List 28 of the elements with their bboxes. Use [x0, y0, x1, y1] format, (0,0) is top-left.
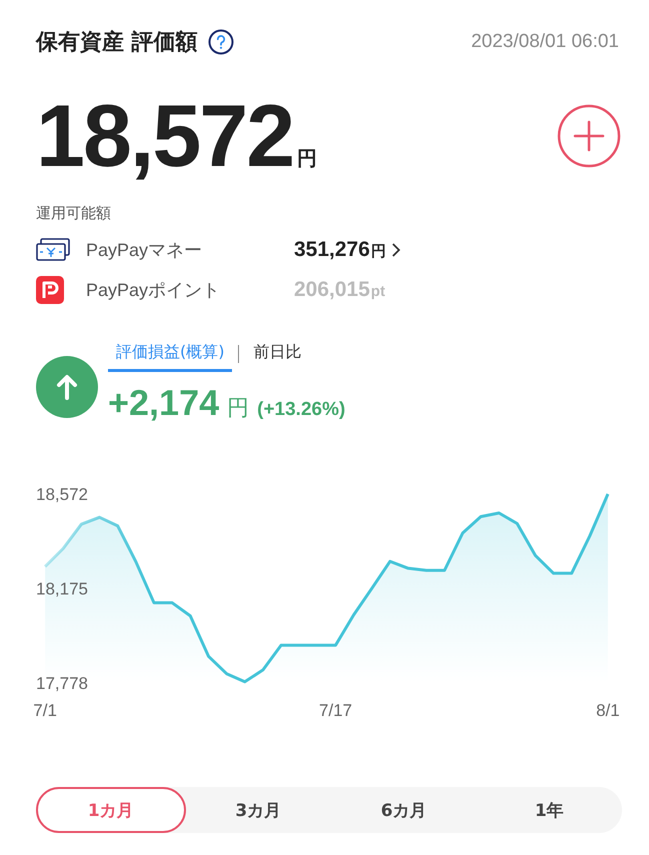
gain-amount: +2,174 [108, 382, 220, 424]
timestamp: 2023/08/01 06:01 [471, 31, 619, 53]
help-icon[interactable] [208, 29, 234, 55]
period-tab[interactable]: 1カ月 [36, 787, 186, 833]
currency-unit: 円 [297, 145, 318, 172]
currency-unit: 円 [227, 395, 250, 423]
chevron-icon[interactable] [390, 242, 401, 258]
period-tab[interactable]: 1年 [476, 787, 622, 833]
x-axis-label: 7/17 [319, 701, 352, 720]
metric-tab[interactable]: 前日比 [245, 336, 310, 372]
gain-percent: (+13.26%) [257, 399, 346, 421]
period-tab[interactable]: 6カ月 [331, 787, 476, 833]
section-label: 運用可能額 [36, 204, 112, 224]
section-title: 保有資産 評価額 [36, 29, 198, 57]
balance-amount: 206,015pt [294, 278, 386, 302]
total-amount: 18,572 [36, 92, 294, 180]
period-tab[interactable]: 3カ月 [186, 787, 331, 833]
paypay-icon [36, 276, 64, 304]
add-button[interactable] [557, 104, 621, 168]
balance-amount[interactable]: 351,276円 [294, 238, 386, 262]
y-axis-label: 18,175 [36, 580, 88, 598]
x-axis-label: 8/1 [596, 701, 620, 720]
y-axis-label: 18,572 [36, 485, 88, 504]
balance-name: PayPayマネー [86, 239, 204, 262]
balance-name: PayPayポイント [86, 279, 222, 302]
x-axis-label: 7/1 [33, 701, 57, 720]
y-axis-label: 17,778 [36, 674, 88, 693]
banknote-icon [36, 238, 70, 262]
